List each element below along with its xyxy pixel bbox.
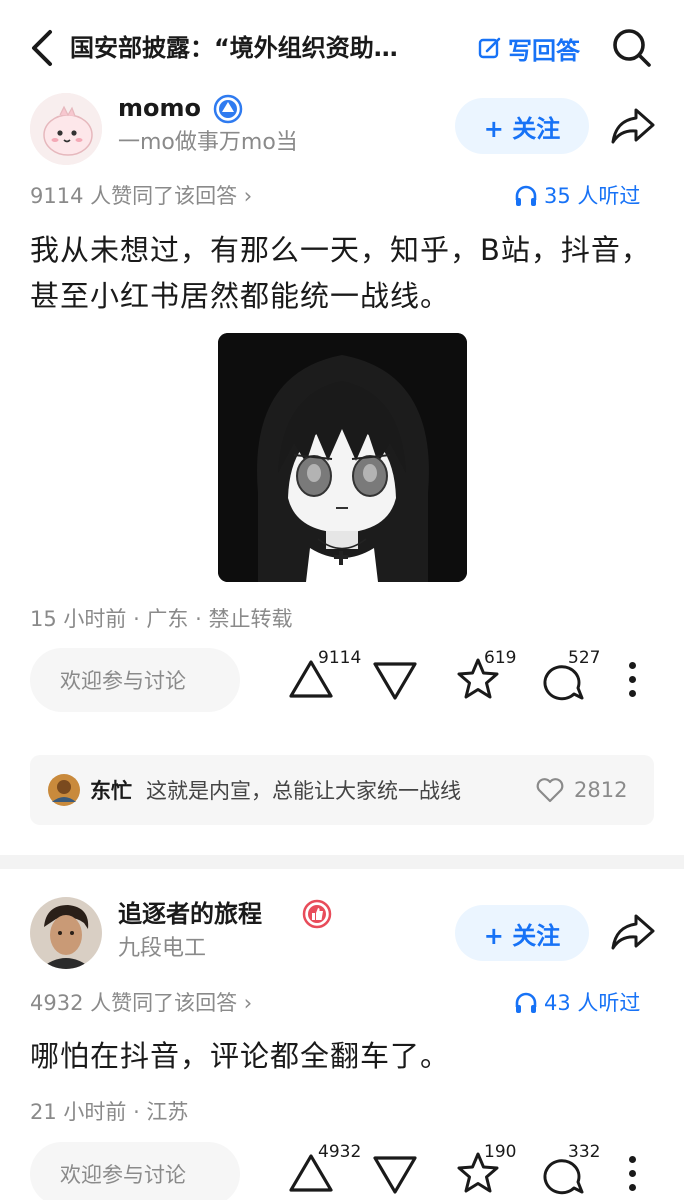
comment-text: 这就是内宣，总能让大家统一战线 [146,779,461,803]
upvote-summary[interactable]: 4932 人赞同了该回答 › [30,988,252,1018]
share-icon[interactable] [610,912,656,952]
favorite-count: 619 [484,648,517,668]
question-title[interactable]: 国安部披露：“境外组织资助… [70,28,462,68]
listen-count[interactable]: 35 人听过 [514,181,640,211]
listen-label: 43 人听过 [544,991,641,1015]
comment-placeholder: 欢迎参与讨论 [60,1163,186,1187]
author-bio: 一mo做事万mo当 [118,130,298,155]
share-icon[interactable] [610,106,656,146]
author-avatar[interactable] [30,897,102,969]
follow-button[interactable]: + 关注 [455,905,589,961]
answer-content[interactable]: 我从未想过，有那么一天，知乎，B站，抖音，甚至小红书居然都能统一战线。 [30,227,654,319]
follow-label: + 关注 [483,114,561,143]
portrait-avatar-icon [30,897,102,969]
downvote-icon[interactable] [372,1154,418,1196]
thumbs-up-badge-icon [302,899,332,929]
upvote-summary[interactable]: 9114 人赞同了该回答 › [30,181,252,211]
featured-comment[interactable]: 东忙 这就是内宣，总能让大家统一战线 2812 [30,755,654,825]
downvote-icon[interactable] [372,660,418,702]
author-bio: 九段电工 [118,936,207,961]
search-icon[interactable] [611,27,653,69]
answer-content[interactable]: 哪怕在抖音，评论都全翻车了。 [30,1033,654,1079]
write-answer-button[interactable]: 写回答 [478,28,580,68]
comment-input[interactable]: 欢迎参与讨论 [30,648,240,712]
answer-image[interactable] [218,333,467,582]
comment-like[interactable]: 2812 [536,777,627,803]
author-avatar[interactable] [30,93,102,165]
favorite-count: 190 [484,1142,517,1162]
heart-icon [536,778,564,803]
anime-girl-illustration [218,333,467,582]
verified-badge-icon [213,94,243,124]
author-name[interactable]: momo [118,92,201,124]
comment-placeholder: 欢迎参与讨论 [60,669,186,693]
commenter-avatar [48,774,80,806]
write-answer-label: 写回答 [508,36,580,65]
upvote-count: 4932 [318,1142,362,1162]
commenter-name: 东忙 [90,779,132,803]
answer-meta: 21 小时前 · 江苏 [30,1100,189,1124]
comment-input[interactable]: 欢迎参与讨论 [30,1142,240,1200]
edit-icon [478,37,501,59]
listen-label: 35 人听过 [544,184,641,208]
listen-count[interactable]: 43 人听过 [514,988,640,1018]
back-arrow-icon[interactable] [26,28,60,68]
more-options-icon[interactable] [626,662,640,698]
headphones-icon [515,185,537,206]
more-options-icon[interactable] [626,1156,640,1192]
dinosaur-avatar-icon [30,93,102,165]
comment-like-count: 2812 [574,778,628,802]
author-name[interactable]: 追逐者的旅程 [118,898,262,930]
follow-button[interactable]: + 关注 [455,98,589,154]
follow-label: + 关注 [483,921,561,950]
comment-count: 527 [568,648,601,668]
upvote-count: 9114 [318,648,362,668]
answer-meta: 15 小时前 · 广东 · 禁止转载 [30,607,293,631]
headphones-icon [515,992,537,1013]
comment-count: 332 [568,1142,601,1162]
section-divider [0,855,684,869]
